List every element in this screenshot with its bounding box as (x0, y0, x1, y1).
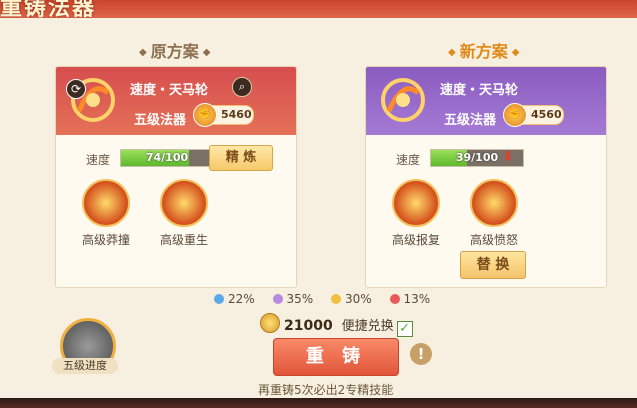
item-name: 速度・天马轮 (440, 83, 519, 98)
skill-icon (392, 179, 440, 227)
speed-label: 速度 (86, 153, 111, 167)
quick-exchange-checkbox[interactable]: ✓ (396, 321, 413, 337)
old-plan-title: 原方案 (150, 42, 199, 61)
quick-exchange-label: 便捷兑换 (341, 319, 394, 334)
replace-button[interactable]: 替 换 (460, 251, 526, 279)
new-plan-title: 新方案 (459, 42, 508, 61)
odds-item: 13% (389, 292, 431, 306)
new-plan-card: 速度・天马轮 五级法器 ✊ 4560 速度 39/100 ⬇ 高级报复 高级愤怒… (365, 66, 607, 288)
reforge-tip: 再重铸5次必出2专精技能 (258, 383, 394, 397)
odds-value: 22% (228, 292, 255, 306)
odds-dot (214, 294, 224, 304)
item-grade: 五级法器 (134, 113, 187, 128)
item-name: 速度・天马轮 (130, 83, 209, 98)
reforge-button[interactable]: 重 铸 (273, 338, 399, 376)
item-grade: 五级法器 (444, 113, 497, 128)
cost-amount: 21000 (284, 318, 333, 334)
speed-bar: 74/100 (120, 149, 214, 167)
odds-dot (389, 294, 400, 304)
odds-item: 22% (214, 292, 255, 306)
skill-slot[interactable]: 高级重生 (154, 179, 214, 248)
power-value: 5460 (221, 108, 252, 121)
card-header: ⟳ 速度・天马轮 ⌕ 五级法器 ✊ 5460 (56, 67, 296, 135)
card-header: 速度・天马轮 五级法器 ✊ 4560 (366, 67, 606, 135)
search-icon[interactable]: ⌕ (232, 77, 252, 97)
reforge-cost: 21000 便捷兑换 ✓ (260, 313, 413, 337)
old-plan-card: ⟳ 速度・天马轮 ⌕ 五级法器 ✊ 5460 速度 74/100 精 炼 高级莽… (55, 66, 297, 288)
swap-view-icon[interactable]: ⟳ (66, 79, 86, 99)
bottom-strip (0, 398, 637, 408)
speed-label: 速度 (396, 153, 421, 167)
odds-item: 30% (331, 292, 372, 306)
power-badge: ✊ 5460 (193, 103, 254, 127)
odds-value: 35% (286, 292, 314, 306)
skill-icon (82, 179, 130, 227)
diamond-icon: ◆ (202, 47, 211, 58)
grade-progress-label: 五级进度 (52, 358, 118, 374)
odds-item: 35% (272, 292, 314, 306)
info-icon[interactable]: ! (410, 343, 432, 365)
power-badge: ✊ 4560 (503, 103, 564, 127)
skill-label: 高级愤怒 (469, 233, 518, 247)
skill-slot[interactable]: 高级报复 (386, 179, 446, 248)
odds-dot (272, 294, 283, 304)
skill-slot[interactable]: 高级莽撞 (76, 179, 136, 248)
old-plan-heading: ◆ 原方案 ◆ (135, 38, 214, 62)
fire-wheel-icon (381, 78, 425, 122)
odds-value: 13% (403, 292, 431, 306)
diamond-icon: ◆ (139, 47, 147, 58)
diamond-icon: ◆ (448, 47, 456, 58)
skill-slot[interactable]: 高级愤怒 (464, 179, 524, 248)
fist-icon: ✊ (503, 103, 527, 127)
coin-icon (260, 313, 280, 333)
skill-label: 高级重生 (159, 233, 208, 247)
new-plan-heading: ◆ 新方案 ◆ (444, 38, 523, 62)
fist-icon: ✊ (193, 103, 217, 127)
refine-button[interactable]: 精 炼 (209, 145, 273, 171)
skill-label: 高级报复 (391, 233, 440, 247)
skill-label: 高级莽撞 (81, 233, 130, 247)
odds-dot (331, 294, 341, 304)
odds-legend: 22% 35% 30% 13% (214, 292, 444, 306)
skill-icon (470, 179, 518, 227)
decrease-arrow-icon: ⬇ (502, 149, 514, 165)
power-value: 4560 (531, 108, 562, 121)
speed-value: 74/100 (145, 151, 189, 164)
odds-value: 30% (345, 292, 372, 306)
diamond-icon: ◆ (511, 47, 520, 58)
skill-icon (160, 179, 208, 227)
